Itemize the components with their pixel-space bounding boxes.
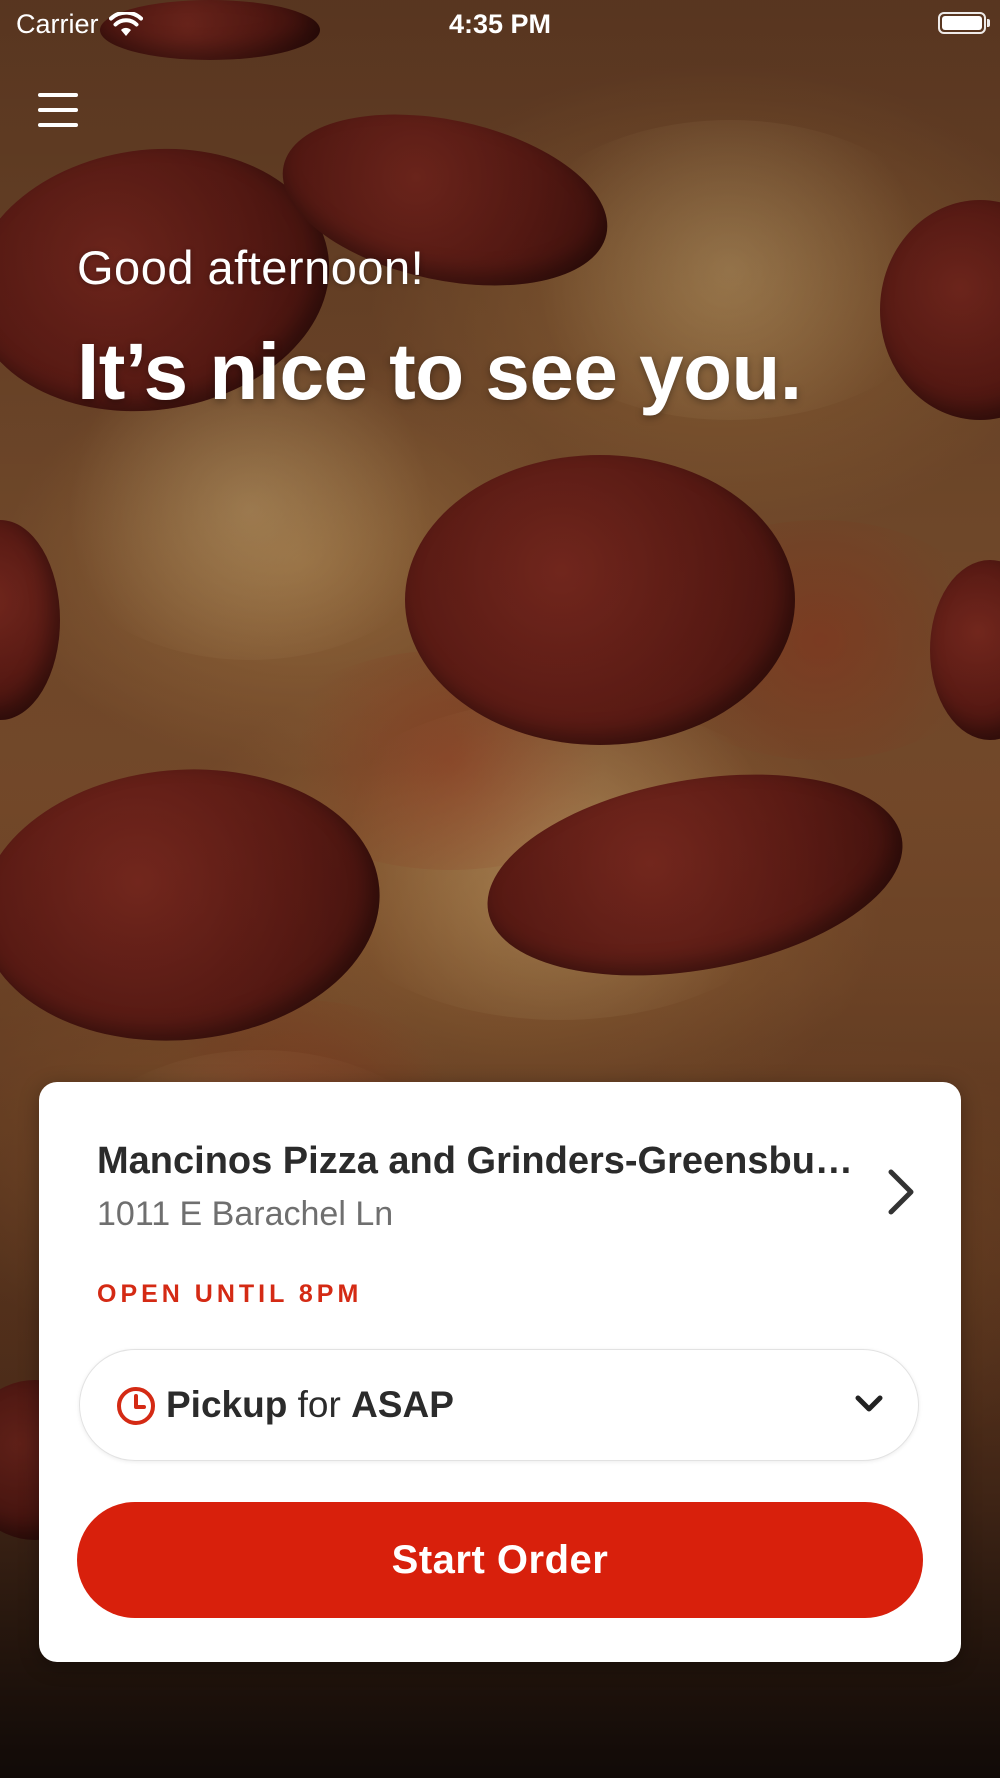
- open-status-label: OPEN UNTIL 8PM: [97, 1280, 363, 1308]
- battery-icon: [938, 12, 990, 34]
- status-bar: Carrier 4:35 PM: [0, 0, 1000, 50]
- order-mode-value: Pickup: [166, 1384, 288, 1425]
- headline-text: It’s nice to see you.: [77, 327, 802, 416]
- store-card: Mancinos Pizza and Grinders-Greensbu… 10…: [39, 1082, 961, 1662]
- order-mode-dropdown[interactable]: Pickup for ASAP: [79, 1349, 919, 1461]
- chevron-right-icon: [888, 1169, 914, 1215]
- chevron-down-icon: [855, 1395, 883, 1412]
- order-time-value: ASAP: [351, 1384, 454, 1425]
- clock-icon: [117, 1387, 155, 1425]
- start-order-button[interactable]: Start Order: [77, 1502, 923, 1618]
- hamburger-menu-icon[interactable]: [38, 93, 78, 131]
- order-mode-connector: for: [297, 1384, 341, 1425]
- order-mode-text: Pickup for ASAP: [166, 1384, 454, 1426]
- greeting-text: Good afternoon!: [77, 241, 425, 294]
- status-time: 4:35 PM: [448, 9, 552, 39]
- home-screen: Carrier 4:35 PM Good afternoon! It’s nic…: [0, 0, 1000, 1778]
- store-address: 1011 E Barachel Ln: [97, 1195, 394, 1233]
- store-selector[interactable]: Mancinos Pizza and Grinders-Greensbu… 10…: [97, 1140, 923, 1234]
- store-name: Mancinos Pizza and Grinders-Greensbu…: [97, 1140, 853, 1182]
